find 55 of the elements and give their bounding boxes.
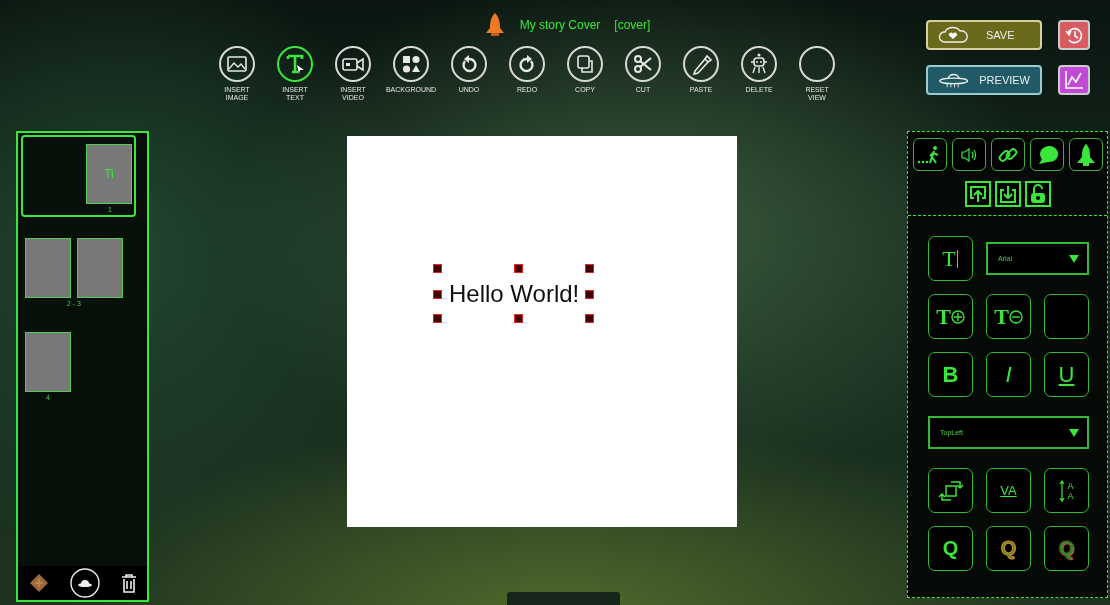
- rotate-button[interactable]: [928, 468, 973, 513]
- resize-handle[interactable]: [585, 314, 595, 323]
- page-tag: [cover]: [614, 18, 651, 32]
- color-swatch[interactable]: [1044, 294, 1089, 339]
- speaker-icon[interactable]: [952, 138, 986, 171]
- page-thumbnail[interactable]: [77, 238, 123, 298]
- line-chart-icon: [1063, 69, 1085, 91]
- cloud-icon: [938, 26, 968, 44]
- link-icon[interactable]: [991, 138, 1025, 171]
- vertical-arrow-icon: [1059, 479, 1066, 502]
- ufo-icon: [938, 71, 970, 89]
- text-effect-button[interactable]: Q: [1044, 526, 1089, 571]
- save-button[interactable]: SAVE: [926, 20, 1042, 50]
- plus-icon: [950, 309, 965, 324]
- minus-icon: [1008, 309, 1023, 324]
- bold-button[interactable]: B: [928, 352, 973, 397]
- resize-handle[interactable]: [514, 314, 524, 323]
- trash-icon[interactable]: [120, 573, 137, 593]
- thumbnail-text: Ti: [104, 167, 114, 181]
- resize-handle[interactable]: [585, 290, 595, 299]
- text-cursor-icon: [955, 247, 959, 270]
- clock-icon: [1064, 25, 1084, 45]
- decrease-size-button[interactable]: T: [986, 294, 1031, 339]
- text-element[interactable]: Hello World!: [449, 280, 580, 307]
- letter-spacing-button[interactable]: VA: [986, 468, 1031, 513]
- caret-icon: [1069, 428, 1079, 437]
- padlock-icon[interactable]: [1025, 181, 1051, 207]
- underline-button[interactable]: U: [1044, 352, 1089, 397]
- diamond-icon[interactable]: [28, 573, 49, 593]
- font-button[interactable]: T: [928, 236, 973, 281]
- page-thumbnail[interactable]: [25, 238, 71, 298]
- italic-button[interactable]: I: [986, 352, 1031, 397]
- preview-button[interactable]: PREVIEW: [926, 65, 1042, 95]
- resize-handle[interactable]: [433, 264, 442, 273]
- text-effect-button[interactable]: Q: [986, 526, 1031, 571]
- ufo-icon[interactable]: [69, 568, 100, 598]
- caret-icon: [1069, 254, 1079, 263]
- history-button[interactable]: [1058, 20, 1090, 50]
- resize-handle[interactable]: [514, 264, 524, 273]
- page-canvas[interactable]: Hello World!: [347, 136, 737, 527]
- page-thumbnail[interactable]: [25, 332, 71, 392]
- speech-bubble-icon[interactable]: [1030, 138, 1064, 171]
- export-icon[interactable]: [965, 181, 991, 207]
- resize-handle[interactable]: [433, 314, 442, 323]
- line-height-button[interactable]: A A: [1044, 468, 1089, 513]
- resize-handle[interactable]: [433, 290, 442, 299]
- rocket-icon: [483, 12, 506, 38]
- resize-handle[interactable]: [585, 264, 595, 273]
- story-title: My story Cover: [519, 18, 601, 32]
- rocket-icon[interactable]: [1069, 138, 1103, 171]
- walking-figure-icon[interactable]: [913, 138, 947, 171]
- text-effect-button[interactable]: Q: [928, 526, 973, 571]
- import-icon[interactable]: [995, 181, 1021, 207]
- increase-size-button[interactable]: T: [928, 294, 973, 339]
- statistics-button[interactable]: [1058, 65, 1090, 95]
